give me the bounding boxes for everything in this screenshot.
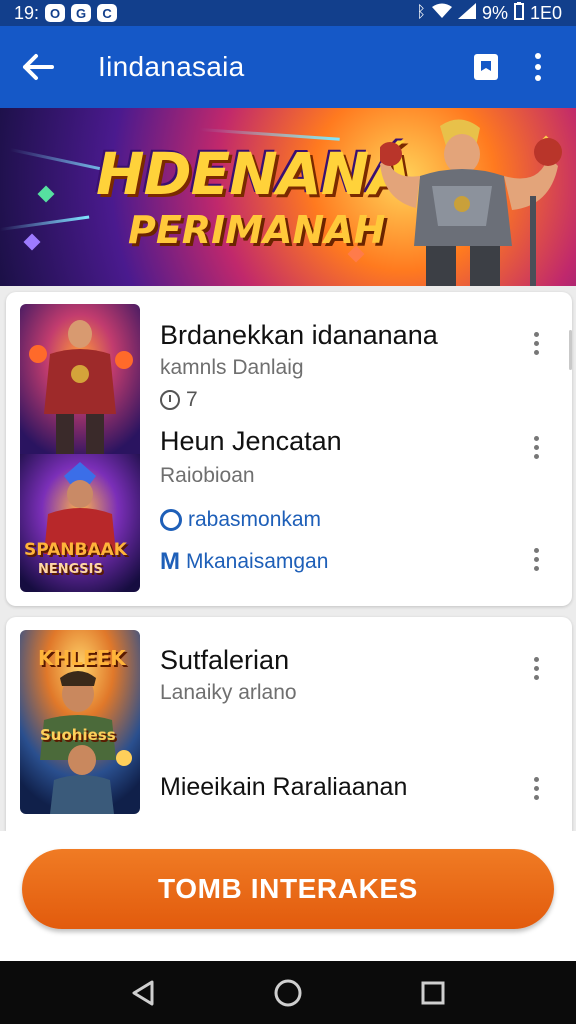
notification-c-icon: C: [97, 4, 118, 22]
nav-back-button[interactable]: [119, 969, 167, 1017]
system-nav-bar: [0, 961, 576, 1024]
card1-link-2-label: Mkanaisamgan: [186, 550, 329, 573]
card1-thumb-caption-1: SPANBAAK: [24, 540, 127, 560]
ring-icon: [160, 509, 182, 531]
bookmark-icon: [474, 54, 498, 80]
banner-gem: [23, 233, 41, 251]
m-logo-icon: M: [160, 548, 180, 575]
card2-item1-more-button[interactable]: [526, 651, 546, 685]
card2-item2-title[interactable]: Mieeikain Raraliaanan: [160, 773, 407, 802]
signal-icon: [457, 2, 476, 24]
card2-thumbnail[interactable]: KHLEEK Suohiess: [20, 630, 140, 814]
card2-item1-subtitle: Lanaiky arlano: [160, 681, 297, 704]
status-right: ᛒ 9% 1E0: [416, 1, 562, 25]
card1-link-1[interactable]: rabasmonkam: [160, 508, 321, 532]
banner-gem: [37, 185, 55, 203]
card1-item1-meta-value: 7: [186, 388, 198, 411]
arrow-left-icon: [23, 54, 54, 80]
card1-link-more-button[interactable]: [526, 542, 546, 576]
banner-subtitle: PERIMANAH: [128, 208, 386, 252]
card1-item1-more-button[interactable]: [526, 326, 546, 360]
status-time: 19:: [14, 2, 40, 23]
card1-item1-subtitle: kamnls Danlaig: [160, 356, 304, 379]
back-triangle-icon: [132, 980, 154, 1005]
app-bar: Iindanasaia: [0, 26, 576, 108]
more-vert-icon: [535, 53, 541, 81]
card1-thumb-caption-2: NENGSIS: [38, 562, 103, 577]
more-options-button[interactable]: [518, 47, 558, 87]
card2-thumb-caption-1: KHLEEK: [38, 646, 126, 670]
nav-recents-button[interactable]: [409, 969, 457, 1017]
scrollbar-thumb[interactable]: [569, 330, 572, 370]
card1-link-1-label: rabasmonkam: [188, 508, 322, 531]
banner-ray: [199, 128, 340, 141]
card1-item1-title[interactable]: Brdanekkan idananana: [160, 320, 438, 351]
home-circle-icon: [274, 979, 302, 1006]
page-title: Iindanasaia: [98, 51, 245, 82]
card1-item2-more-button[interactable]: [526, 430, 546, 464]
card1-item1-meta: 7: [160, 388, 198, 412]
nav-home-button[interactable]: [264, 969, 312, 1017]
clock-icon: [160, 390, 180, 410]
card2-item2-more-button[interactable]: [526, 771, 546, 805]
hero-character-image: [380, 119, 562, 286]
primary-action-button[interactable]: TOMB INTERAKES: [22, 849, 554, 929]
banner-title: HDENANÁ: [96, 140, 413, 208]
recents-square-icon: [421, 981, 445, 1004]
status-right-text: 1E0: [529, 2, 562, 23]
content-card-2: KHLEEK Suohiess Sutfalerian Lanaiky arla…: [6, 617, 572, 831]
battery-icon: [513, 1, 524, 25]
battery-percent: 9%: [481, 2, 508, 23]
card2-thumb-caption-2: Suohiess: [40, 726, 116, 744]
notification-o-icon: O: [45, 4, 66, 22]
bookmark-button[interactable]: [466, 47, 506, 87]
status-left: 19: O G C: [14, 2, 118, 24]
card1-item2-title[interactable]: Heun Jencatan: [160, 426, 342, 457]
status-bar: 19: O G C ᛒ 9% 1E0: [0, 0, 576, 26]
card1-thumbnail[interactable]: SPANBAAK NENGSIS: [20, 304, 140, 592]
notification-g-icon: G: [71, 4, 92, 22]
hero-banner[interactable]: HDENANÁ PERIMANAH: [0, 108, 576, 286]
card1-link-2[interactable]: M Mkanaisamgan: [160, 548, 328, 576]
cta-area: TOMB INTERAKES: [0, 831, 576, 961]
banner-ray: [0, 215, 90, 231]
card1-item2-subtitle: Raiobioan: [160, 464, 255, 487]
back-button[interactable]: [18, 47, 58, 87]
wifi-icon: [431, 3, 452, 24]
content-card-1: SPANBAAK NENGSIS Brdanekkan idananana ka…: [6, 292, 572, 606]
card2-item1-title[interactable]: Sutfalerian: [160, 645, 289, 676]
bluetooth-icon: ᛒ: [416, 4, 426, 21]
